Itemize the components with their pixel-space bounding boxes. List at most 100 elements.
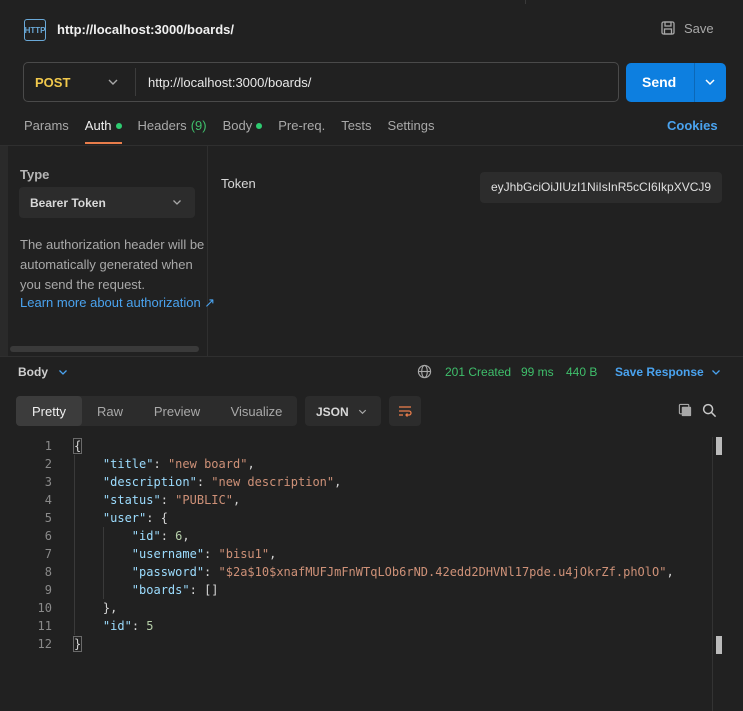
code-line: 11 "id": 5 (0, 617, 712, 635)
tab-divider (525, 0, 743, 4)
line-number: 11 (37, 619, 52, 633)
request-header: HTTP http://localhost:3000/boards/ Save (0, 0, 743, 60)
line-number: 4 (44, 493, 52, 507)
request-tabs: Params Auth Headers (9) Body Pre-req. Tes… (24, 118, 451, 144)
status-dot (256, 123, 263, 129)
response-body-label[interactable]: Body (18, 365, 48, 379)
wrap-lines-icon (399, 406, 412, 417)
line-number: 2 (44, 457, 52, 471)
cookies-link[interactable]: Cookies (667, 118, 718, 133)
tab-raw[interactable]: Raw (84, 396, 136, 426)
code-text: "password": "$2a$10$xnafMUFJmFnWTqLOb6rN… (131, 565, 674, 579)
tab-pre-request[interactable]: Pre-req. (278, 118, 325, 144)
save-response-button[interactable]: Save Response (615, 365, 704, 379)
save-button[interactable]: Save (660, 20, 714, 36)
response-view-tabs: Pretty Raw Preview Visualize (16, 396, 297, 426)
auth-description: The authorization header will be automat… (20, 237, 205, 292)
tab-params[interactable]: Params (24, 118, 69, 144)
scrollbar[interactable] (10, 346, 199, 352)
code-text: "id": 6, (131, 529, 190, 543)
tab-body[interactable]: Body (223, 118, 263, 144)
tab-label: Tests (341, 118, 372, 133)
scrollbar[interactable] (712, 437, 713, 711)
code-line: 3 "description": "new description", (0, 473, 712, 491)
url-input[interactable]: http://localhost:3000/boards/ (148, 75, 311, 90)
tab-pretty[interactable]: Pretty (16, 396, 82, 426)
tab-label: Headers (137, 118, 187, 133)
auth-type-select[interactable]: Bearer Token (19, 187, 195, 218)
type-label: Type (20, 167, 50, 182)
tab-label: Settings (387, 118, 435, 133)
code-text: "status": "PUBLIC", (102, 493, 241, 507)
method-select[interactable]: POST (35, 75, 70, 90)
token-value: eyJhbGciOiJIUzI1NiIsInR5cCI6IkpXVCJ9 (491, 180, 712, 194)
tab-label: Pre-req. (278, 118, 326, 133)
tab-label: Params (24, 118, 69, 133)
send-button[interactable]: Send (626, 63, 726, 102)
code-line: 6 "id": 6, (0, 527, 712, 545)
tab-preview[interactable]: Preview (140, 396, 214, 426)
code-line: 4 "status": "PUBLIC", (0, 491, 712, 509)
chevron-down-icon (173, 200, 181, 205)
tab-settings[interactable]: Settings (388, 118, 435, 144)
auth-type-value: Bearer Token (30, 196, 106, 210)
tab-label: Body (222, 118, 253, 133)
code-text: { (72, 438, 83, 454)
scroll-marker (716, 437, 722, 455)
http-request-icon: HTTP (24, 19, 46, 41)
status-dot (115, 123, 122, 129)
code-line: 7 "username": "bisu1", (0, 545, 712, 563)
code-text: "description": "new description", (102, 475, 342, 489)
tab-tests[interactable]: Tests (341, 118, 371, 144)
line-number: 8 (44, 565, 52, 579)
code-line: 2 "title": "new board", (0, 455, 712, 473)
code-line: 1{ (0, 437, 712, 455)
tab-auth[interactable]: Auth (84, 118, 122, 144)
line-number: 9 (44, 583, 52, 597)
response-time[interactable]: 99 ms (521, 365, 554, 379)
auth-type-panel: Type Bearer Token The authorization head… (8, 146, 215, 356)
divider (0, 356, 743, 357)
copy-icon[interactable] (678, 403, 693, 418)
code-text: } (72, 636, 83, 652)
code-text: "username": "bisu1", (131, 547, 277, 561)
send-label: Send (642, 74, 677, 90)
divider (135, 68, 136, 96)
indent-guide (103, 527, 104, 599)
code-line: 5 "user": { (0, 509, 712, 527)
save-label: Save (684, 20, 714, 36)
tab-visualize[interactable]: Visualize (216, 396, 297, 426)
wrap-lines-button[interactable] (389, 396, 421, 426)
headers-count: (9) (190, 118, 207, 133)
search-icon[interactable] (702, 403, 717, 418)
response-size[interactable]: 440 B (566, 365, 597, 379)
code-line: 12} (0, 635, 712, 653)
chevron-down-icon[interactable] (57, 366, 69, 378)
scrollbar[interactable] (0, 146, 8, 356)
line-number: 6 (44, 529, 52, 543)
code-text: "boards": [] (131, 583, 219, 597)
format-value: JSON (316, 405, 349, 419)
chevron-down-icon[interactable] (106, 75, 120, 89)
response-body-editor[interactable]: 1{2 "title": "new board", 3 "description"… (0, 437, 712, 711)
code-text: }, (102, 601, 118, 615)
request-title[interactable]: http://localhost:3000/boards/ (57, 22, 234, 37)
token-input[interactable]: eyJhbGciOiJIUzI1NiIsInR5cCI6IkpXVCJ9 (480, 172, 722, 203)
globe-icon[interactable] (417, 364, 432, 379)
url-bar: POST http://localhost:3000/boards/ (23, 62, 619, 102)
format-select[interactable]: JSON (305, 396, 381, 426)
code-text: "title": "new board", (102, 457, 255, 471)
line-number: 1 (44, 439, 52, 453)
chevron-down-icon[interactable] (703, 75, 717, 89)
status-code[interactable]: 201 Created (445, 365, 511, 379)
tab-label: Auth (84, 118, 112, 133)
learn-more-link[interactable]: Learn more about authorization ↗ (20, 295, 215, 311)
line-number: 3 (44, 475, 52, 489)
line-number: 10 (37, 601, 52, 615)
scroll-marker (716, 636, 722, 654)
indent-guide (74, 455, 75, 635)
code-line: 10 }, (0, 599, 712, 617)
chevron-down-icon[interactable] (710, 366, 722, 378)
tab-headers[interactable]: Headers (9) (138, 118, 207, 144)
divider (694, 63, 695, 102)
